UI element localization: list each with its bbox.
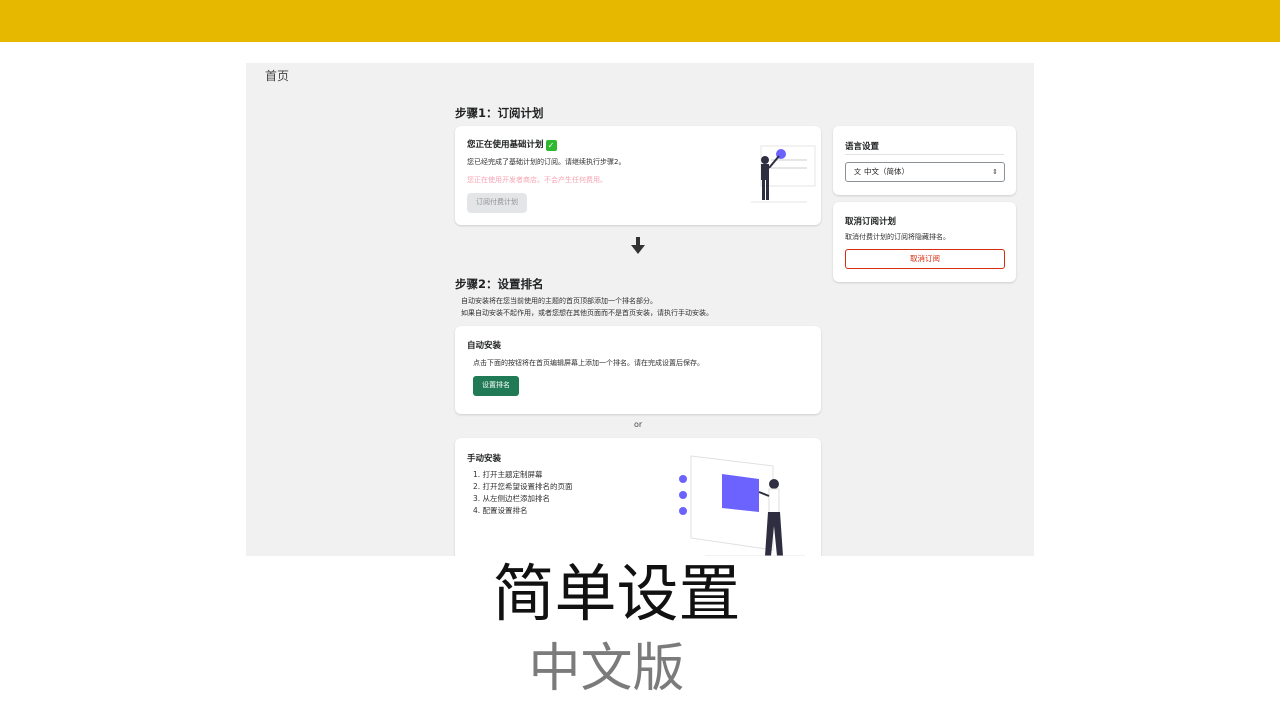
step1-title: 步骤1：订阅计划 <box>455 106 544 120</box>
auto-install-card: 自动安装 点击下面的按钮将在首页编辑屏幕上添加一个排名。请在完成设置后保存。 设… <box>455 326 821 414</box>
plan-heading-text: 您正在使用基础计划 <box>467 140 544 150</box>
plan-card: 您正在使用基础计划 ✓ 您已经完成了基础计划的订阅。请继续执行步骤2。 您正在使用… <box>455 126 821 225</box>
auto-install-desc: 点击下面的按钮将在首页编辑屏幕上添加一个排名。请在完成设置后保存。 <box>473 359 704 367</box>
subscription-illustration <box>751 145 816 203</box>
manual-step: 2. 打开您希望设置排名的页面 <box>473 482 573 491</box>
or-divider: or <box>634 420 643 429</box>
cancel-plan-desc: 取消付费计划的订阅将隐藏排名。 <box>845 233 950 241</box>
manual-install-card: 手动安装 1. 打开主题定制屏幕 2. 打开您希望设置排名的页面 3. 从左侧边… <box>455 438 821 556</box>
step2-desc-1: 自动安装将在您当前使用的主题的首页顶部添加一个排名部分。 <box>461 297 657 305</box>
arrow-down-icon <box>630 237 646 255</box>
manual-step: 3. 从左侧边栏添加排名 <box>473 494 551 503</box>
manual-install-illustration <box>679 455 805 556</box>
manual-step: 4. 配置设置排名 <box>473 506 528 515</box>
auto-install-heading: 自动安装 <box>467 341 502 351</box>
language-divider <box>845 154 1004 155</box>
caption-title: 简单设置 <box>492 557 741 630</box>
manual-install-heading: 手动安装 <box>467 454 502 464</box>
caption-subtitle: 中文版 <box>528 639 685 699</box>
step2-desc-2: 如果自动安装不起作用，或者您想在其他页面而不是首页安装，请执行手动安装。 <box>461 309 713 317</box>
setup-ranking-button[interactable]: 设置排名 <box>473 376 519 396</box>
plan-desc: 您已经完成了基础计划的订阅。请继续执行步骤2。 <box>467 158 626 166</box>
language-selected-value: 中文（简体） <box>864 167 909 176</box>
translate-icon: 文 <box>854 168 861 176</box>
cancel-plan-heading: 取消订阅计划 <box>845 217 897 227</box>
plan-heading: 您正在使用基础计划 ✓ <box>467 138 557 151</box>
select-chevron-icon: ⇕ <box>992 168 998 176</box>
check-icon: ✓ <box>545 140 557 151</box>
page-title: 首页 <box>265 69 290 83</box>
cancel-subscription-button[interactable]: 取消订阅 <box>845 249 1005 269</box>
cancel-plan-card: 取消订阅计划 取消付费计划的订阅将隐藏排名。 取消订阅 <box>833 202 1016 282</box>
language-select[interactable]: 文中文（简体） ⇕ <box>845 162 1005 182</box>
dev-store-notice: 您正在使用开发者商店。不会产生任何费用。 <box>467 176 607 184</box>
top-banner <box>0 0 1280 42</box>
subscribe-paid-plan-button[interactable]: 订阅付费计划 <box>467 193 527 213</box>
app-window: 首页 步骤1：订阅计划 您正在使用基础计划 ✓ 您已经完成了基础计划的订阅。请继续… <box>246 63 1034 556</box>
manual-step: 1. 打开主题定制屏幕 <box>473 470 543 479</box>
language-card: 语言设置 文中文（简体） ⇕ <box>833 126 1016 195</box>
manual-steps-list: 1. 打开主题定制屏幕 2. 打开您希望设置排名的页面 3. 从左侧边栏添加排名… <box>473 469 573 517</box>
language-heading: 语言设置 <box>845 142 880 152</box>
step2-title: 步骤2：设置排名 <box>455 277 544 291</box>
